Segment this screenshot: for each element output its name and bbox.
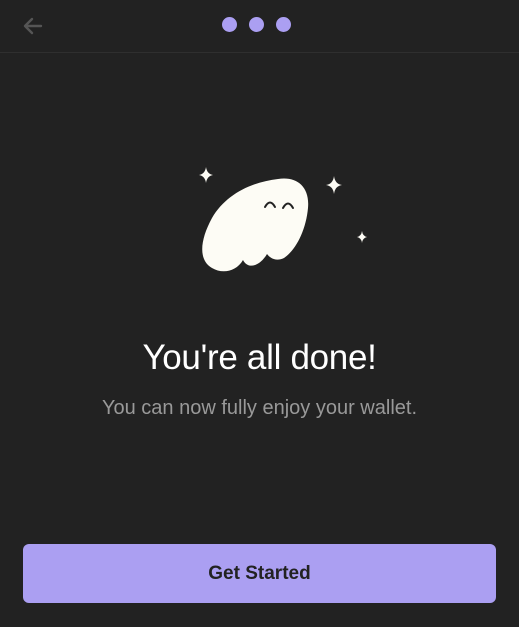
back-button[interactable] [20, 13, 46, 39]
sparkle-icon [199, 167, 213, 183]
sparkle-icon [326, 176, 342, 194]
sparkle-icon [357, 231, 367, 243]
step-indicator [222, 17, 291, 33]
get-started-button[interactable]: Get Started [23, 544, 496, 603]
arrow-left-icon [23, 17, 43, 35]
page-subtitle: You can now fully enjoy your wallet. [102, 397, 417, 419]
step-dot [249, 17, 264, 32]
header-bar [0, 0, 519, 53]
step-dot [276, 17, 291, 32]
ghost-mascot-icon [202, 178, 309, 272]
step-dot [222, 17, 237, 32]
page-title: You're all done! [142, 338, 377, 377]
success-illustration [190, 160, 380, 280]
